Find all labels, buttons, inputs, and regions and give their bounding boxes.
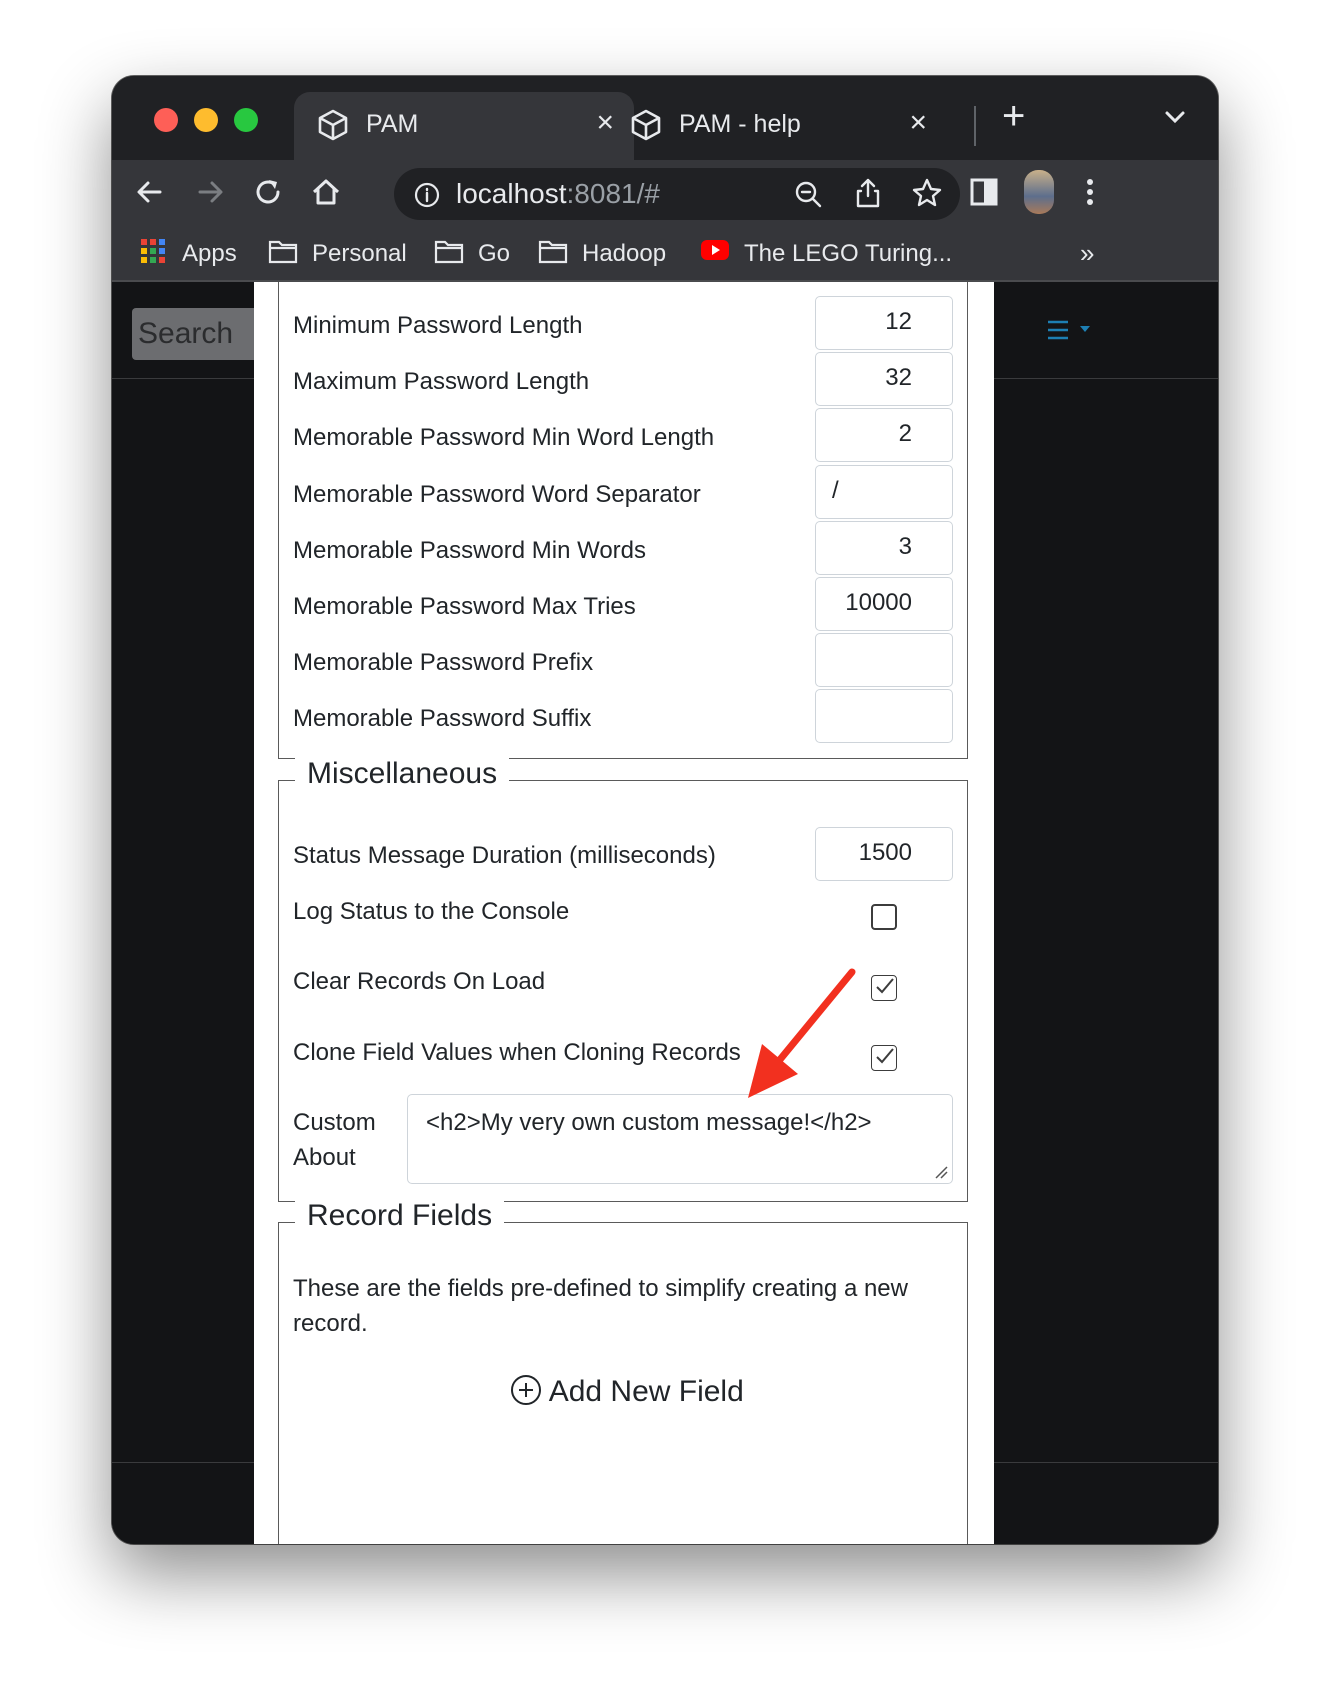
checkmark-icon — [876, 978, 894, 994]
tab-separator — [974, 106, 976, 146]
memorable-min-words-label: Memorable Password Min Words — [293, 537, 647, 564]
status-duration-label: Status Message Duration (milliseconds) — [293, 842, 716, 869]
tab-strip: PAM × PAM - help × + — [112, 76, 1218, 160]
record-fields-description-line1: These are the fields pre-defined to simp… — [293, 1275, 908, 1302]
tab-title: PAM - help — [679, 110, 801, 138]
share-icon[interactable] — [852, 176, 884, 210]
memorable-max-tries-input[interactable]: 10000 — [815, 577, 953, 631]
more-vert-icon[interactable] — [1070, 172, 1110, 212]
miscellaneous-legend: Miscellaneous — [295, 757, 510, 791]
browser-window: PAM × PAM - help × + localhost:8081/# Ap… — [112, 76, 1218, 1544]
folder-icon — [538, 240, 568, 264]
add-new-field-label: Add New Field — [548, 1375, 744, 1408]
password-settings-fieldset: Minimum Password Length 12 Maximum Passw… — [278, 282, 968, 759]
profile-avatar[interactable] — [1024, 170, 1054, 214]
address-bar[interactable]: localhost:8081/# — [394, 168, 960, 220]
custom-about-label-line2: About — [293, 1144, 356, 1171]
record-fields-description-line2: record. — [293, 1310, 368, 1337]
cube-icon — [631, 109, 661, 141]
resize-handle-icon[interactable] — [934, 1165, 948, 1179]
youtube-icon — [701, 240, 729, 260]
memorable-min-word-length-input[interactable]: 2 — [815, 408, 953, 462]
log-status-checkbox[interactable] — [871, 904, 897, 930]
browser-toolbar: localhost:8081/# — [112, 160, 1218, 226]
bookmark-label: Hadoop — [582, 240, 667, 267]
bookmark-label: Go — [478, 240, 511, 267]
memorable-word-separator-input[interactable]: / — [815, 465, 953, 519]
bookmark-label: The LEGO Turing... — [744, 240, 953, 267]
min-password-length-input[interactable]: 12 — [815, 296, 953, 350]
memorable-min-word-length-label: Memorable Password Min Word Length — [293, 424, 715, 451]
clone-values-label: Clone Field Values when Cloning Records — [293, 1039, 741, 1066]
add-new-field-button[interactable]: Add New Field — [510, 1374, 744, 1409]
new-tab-button[interactable]: + — [1002, 94, 1025, 139]
bookmark-label: Personal — [312, 240, 407, 267]
cube-icon — [318, 109, 348, 141]
forward-icon[interactable] — [190, 172, 230, 212]
memorable-min-words-input[interactable]: 3 — [815, 521, 953, 575]
tab-pam[interactable]: PAM × — [294, 92, 634, 160]
miscellaneous-fieldset: Miscellaneous Status Message Duration (m… — [278, 757, 968, 1202]
min-password-length-label: Minimum Password Length — [293, 312, 583, 339]
memorable-prefix-input[interactable] — [815, 633, 953, 687]
memorable-suffix-label: Memorable Password Suffix — [293, 705, 592, 732]
url-text[interactable]: localhost:8081/# — [456, 178, 660, 210]
chevron-down-icon[interactable] — [1160, 102, 1190, 132]
clear-records-label: Clear Records On Load — [293, 968, 546, 995]
max-password-length-label: Maximum Password Length — [293, 368, 590, 395]
home-icon[interactable] — [306, 172, 346, 212]
page-viewport: Search Minimum Password Length 12 Maximu… — [112, 282, 1218, 1544]
menu-toggle-icon[interactable] — [1046, 318, 1106, 342]
tab-pam-help[interactable]: PAM - help × — [607, 92, 947, 160]
log-status-label: Log Status to the Console — [293, 898, 570, 925]
tab-title: PAM — [366, 110, 419, 138]
close-window-button[interactable] — [154, 108, 178, 132]
custom-about-textarea[interactable]: <h2>My very own custom message!</h2> — [407, 1094, 953, 1184]
apps-grid-icon — [141, 239, 165, 263]
zoom-out-icon[interactable] — [792, 178, 824, 210]
side-panel-icon[interactable] — [964, 172, 1004, 212]
add-circle-icon — [511, 1375, 541, 1405]
bookmarks-bar: Apps Personal Go Hadoop The LEGO Turing.… — [112, 226, 1218, 282]
memorable-word-separator-label: Memorable Password Word Separator — [293, 481, 701, 508]
record-fields-legend: Record Fields — [295, 1199, 505, 1233]
custom-about-label-line1: Custom — [293, 1109, 376, 1136]
back-icon[interactable] — [130, 172, 170, 212]
memorable-prefix-label: Memorable Password Prefix — [293, 649, 594, 676]
custom-about-value: <h2>My very own custom message!</h2> — [426, 1109, 872, 1136]
info-icon[interactable] — [414, 182, 440, 208]
settings-modal: Minimum Password Length 12 Maximum Passw… — [254, 282, 994, 1544]
folder-icon — [434, 240, 464, 264]
clone-values-checkbox[interactable] — [871, 1045, 897, 1071]
minimize-window-button[interactable] — [194, 108, 218, 132]
memorable-max-tries-label: Memorable Password Max Tries — [293, 593, 636, 620]
fullscreen-window-button[interactable] — [234, 108, 258, 132]
bookmark-label: Apps — [182, 240, 237, 267]
max-password-length-input[interactable]: 32 — [815, 352, 953, 406]
star-icon[interactable] — [910, 176, 944, 210]
annotation-arrow — [748, 968, 856, 1098]
close-tab-icon[interactable]: × — [909, 106, 927, 140]
checkmark-icon — [876, 1048, 894, 1064]
bookmarks-overflow-button[interactable]: » — [1080, 238, 1094, 269]
memorable-suffix-input[interactable] — [815, 689, 953, 743]
clear-records-checkbox[interactable] — [871, 975, 897, 1001]
reload-icon[interactable] — [248, 172, 288, 212]
status-duration-input[interactable]: 1500 — [815, 827, 953, 881]
folder-icon — [268, 240, 298, 264]
